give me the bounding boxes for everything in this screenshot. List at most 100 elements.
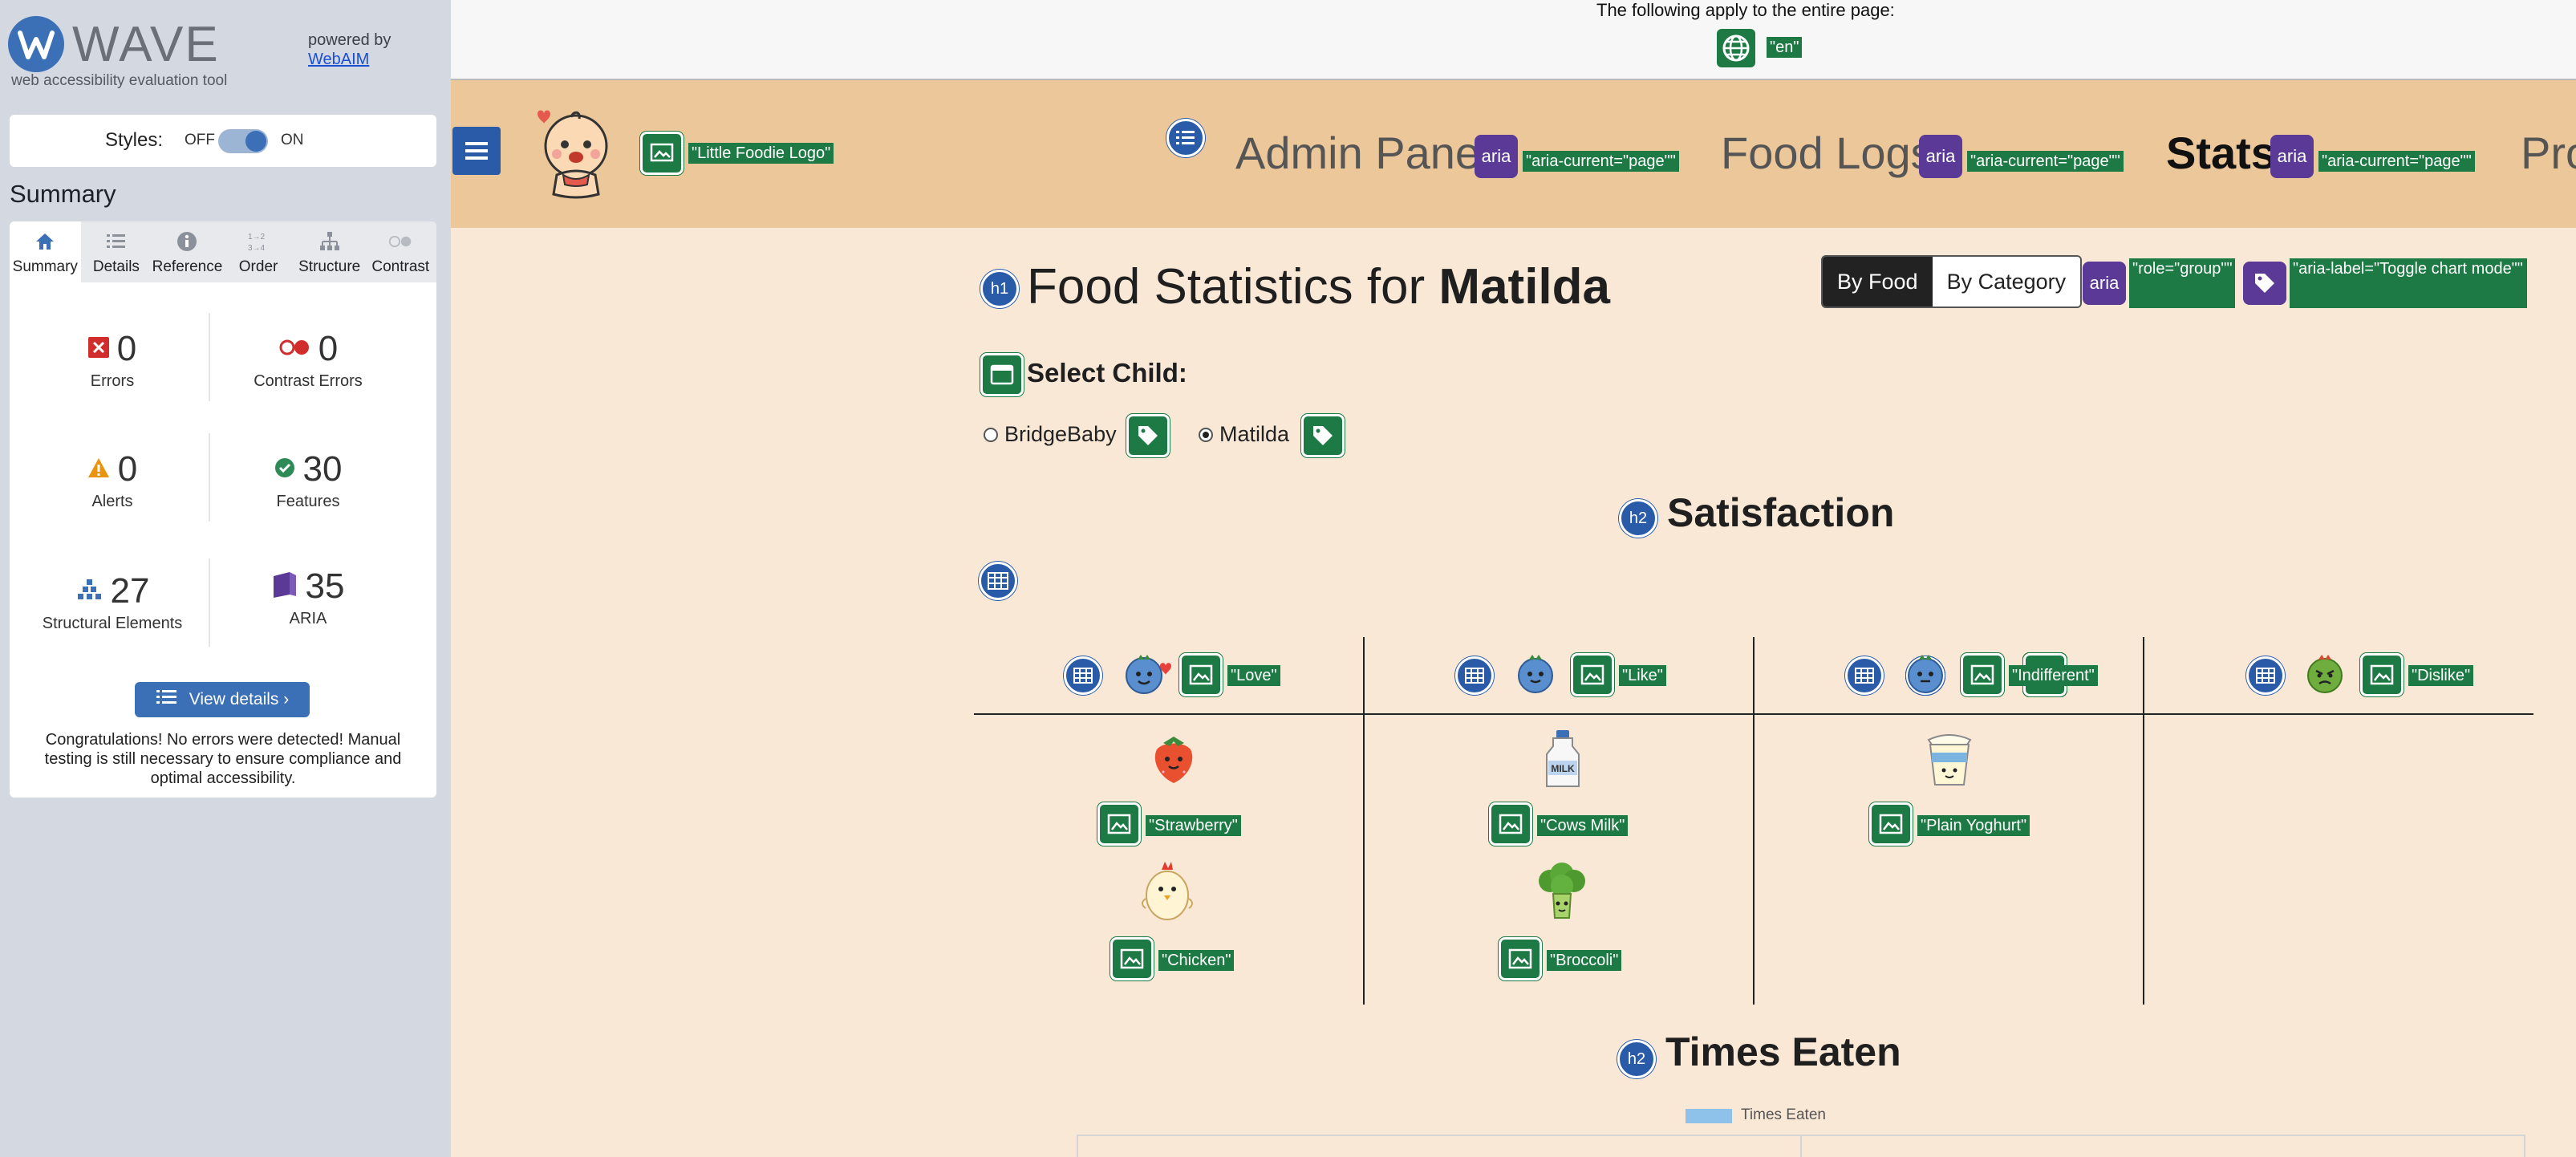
- list-structure-icon[interactable]: [1166, 119, 1205, 157]
- summary-heading: Summary: [10, 180, 116, 208]
- aria-icon[interactable]: aria: [1919, 135, 1962, 178]
- h1-icon[interactable]: h1: [980, 270, 1019, 308]
- cows-milk-image: MILK: [1546, 730, 1580, 787]
- radio-button[interactable]: [1199, 427, 1213, 442]
- tab-label: Details: [92, 258, 140, 275]
- column-alt-tag: "Dislike": [2408, 665, 2474, 686]
- stat-features[interactable]: 30 Features: [212, 449, 404, 511]
- info-icon: [175, 229, 199, 254]
- tab-reference[interactable]: Reference: [152, 221, 223, 282]
- tab-label: Summary: [12, 258, 78, 275]
- aria-current-tag: "aria-current="page"": [1967, 151, 2124, 172]
- table-header-icon[interactable]: [1064, 656, 1102, 695]
- image-alt-icon[interactable]: [1097, 802, 1141, 846]
- contrast-errors-count: 0: [318, 329, 339, 368]
- congrats-message: Congratulations! No errors were detected…: [44, 731, 402, 787]
- features-label: Features: [276, 493, 340, 510]
- table-header-icon[interactable]: [1845, 656, 1884, 695]
- stat-structural[interactable]: 27 Structural Elements: [16, 571, 209, 633]
- food-alt-tag: "Cows Milk": [1537, 815, 1629, 836]
- column-divider: [1753, 637, 1755, 1005]
- nav-link-admin-panel[interactable]: Admin Panel: [1235, 127, 1491, 179]
- broccoli-image: [1539, 863, 1585, 919]
- hamburger-icon[interactable]: [452, 127, 501, 175]
- column-alt-tag: "Indifferent": [2009, 665, 2098, 686]
- wave-tagline: web accessibility evaluation tool: [11, 72, 228, 89]
- tab-label: Reference: [152, 258, 223, 275]
- label-tag-icon[interactable]: [1126, 414, 1170, 457]
- wave-tabs: Summary Details Reference 1→23→4 Order: [10, 221, 436, 282]
- tab-details[interactable]: Details: [81, 221, 152, 282]
- tab-contrast[interactable]: Contrast: [365, 221, 436, 282]
- globe-icon[interactable]: [1717, 29, 1755, 67]
- food-alt-tag: "Plain Yoghurt": [1917, 815, 2030, 836]
- webaim-link[interactable]: WebAIM: [308, 50, 391, 69]
- list-icon: [156, 688, 178, 711]
- aria-icon[interactable]: aria: [1475, 135, 1518, 178]
- table-header-icon[interactable]: [2246, 656, 2285, 695]
- svg-text:3→4: 3→4: [248, 244, 266, 253]
- stat-contrast-errors[interactable]: 0 Contrast Errors: [212, 329, 404, 391]
- plain-yoghurt-image: [1927, 734, 1972, 786]
- stat-divider: [209, 313, 210, 401]
- image-alt-icon[interactable]: [1179, 653, 1223, 696]
- h2-icon[interactable]: h2: [1617, 1040, 1656, 1078]
- list-icon: [104, 229, 128, 254]
- legend-swatch: [1686, 1109, 1732, 1123]
- page-title: Food Statistics for Matilda: [1027, 258, 1610, 315]
- image-alt-icon[interactable]: [1869, 802, 1913, 846]
- stat-aria[interactable]: 35 ARIA: [212, 566, 404, 628]
- little-foodie-logo[interactable]: [531, 104, 619, 204]
- alert-icon: [87, 457, 110, 482]
- contrast-errors-label: Contrast Errors: [254, 372, 363, 390]
- aria-label-icon[interactable]: [2243, 262, 2286, 305]
- tab-order[interactable]: 1→2 3→4 Order: [223, 221, 294, 282]
- errors-label: Errors: [90, 372, 135, 390]
- radio-bridgebaby[interactable]: BridgeBaby: [984, 422, 1117, 447]
- times-eaten-heading: Times Eaten: [1665, 1029, 1901, 1074]
- radio-button[interactable]: [984, 427, 998, 442]
- indifferent-face-icon: [1908, 655, 1943, 693]
- tab-structure[interactable]: Structure: [294, 221, 365, 282]
- radio-matilda[interactable]: Matilda: [1199, 422, 1289, 447]
- nav-link-food-logs[interactable]: Food Logs: [1721, 127, 1933, 179]
- tab-summary[interactable]: Summary: [10, 221, 81, 282]
- alerts-count: 0: [117, 449, 138, 489]
- styles-toggle-switch[interactable]: [218, 129, 268, 153]
- by-food-button[interactable]: By Food: [1823, 257, 1933, 307]
- alerts-label: Alerts: [91, 493, 133, 510]
- nav-link-stats[interactable]: Stats: [2166, 127, 2276, 179]
- image-alt-icon[interactable]: [1571, 653, 1614, 696]
- fieldset-icon[interactable]: [980, 353, 1024, 396]
- role-group-tag: "role="group"": [2129, 258, 2235, 308]
- wave-logo-icon: [8, 16, 64, 72]
- linked-image-icon[interactable]: [640, 132, 684, 175]
- stat-divider: [209, 558, 210, 647]
- nav-link-pro[interactable]: Pro: [2521, 127, 2576, 179]
- styles-label: Styles:: [105, 129, 164, 151]
- image-alt-icon[interactable]: [1110, 937, 1154, 980]
- stat-errors[interactable]: 0 Errors: [16, 329, 209, 391]
- label-tag-icon[interactable]: [1301, 414, 1345, 457]
- aria-current-tag: "aria-current="page"": [2318, 151, 2475, 172]
- stat-alerts[interactable]: 0 Alerts: [16, 449, 209, 511]
- table-header-icon[interactable]: [1455, 656, 1494, 695]
- structural-label: Structural Elements: [42, 615, 183, 632]
- by-category-button[interactable]: By Category: [1932, 257, 2081, 307]
- tab-label: Order: [238, 258, 278, 275]
- aria-icon[interactable]: aria: [2083, 262, 2126, 305]
- image-alt-icon[interactable]: [1961, 653, 2004, 696]
- aria-icon[interactable]: aria: [2270, 135, 2314, 178]
- view-details-button[interactable]: View details ›: [135, 682, 310, 717]
- order-icon: 1→2 3→4: [246, 229, 270, 254]
- table-icon[interactable]: [979, 562, 1017, 600]
- image-alt-icon[interactable]: [1489, 802, 1532, 846]
- food-alt-tag: "Chicken": [1158, 950, 1235, 971]
- powered-by: powered by WebAIM: [308, 30, 391, 69]
- h2-icon[interactable]: h2: [1619, 499, 1657, 538]
- radio-label: Matilda: [1219, 422, 1290, 446]
- image-alt-icon[interactable]: [2360, 653, 2404, 696]
- aria-icon: [272, 571, 298, 603]
- structure-icon: [318, 229, 342, 254]
- image-alt-icon[interactable]: [1499, 937, 1542, 980]
